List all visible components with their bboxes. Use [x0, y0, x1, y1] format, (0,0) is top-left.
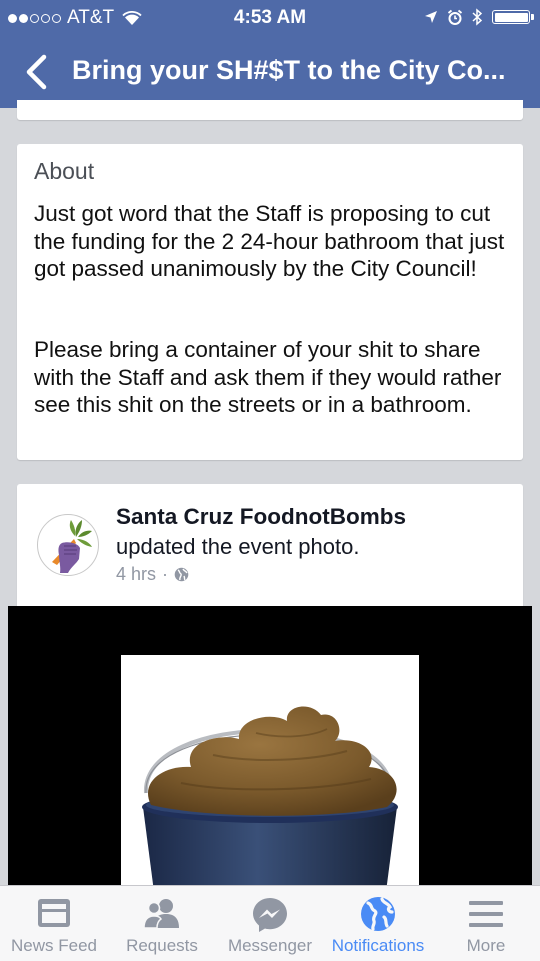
- tab-requests[interactable]: Requests: [108, 886, 216, 961]
- tab-more[interactable]: More: [432, 886, 540, 961]
- poop-bucket-image[interactable]: [121, 655, 419, 915]
- event-title: Bring your SH#$T to the City Co...: [72, 55, 506, 85]
- globe-icon: [174, 567, 189, 582]
- tab-bar: News Feed Requests Messenger Notificatio…: [0, 885, 540, 961]
- about-paragraph-1: Just got word that the Staff is proposin…: [34, 201, 505, 281]
- battery-icon: [492, 10, 534, 24]
- fist-carrot-logo-icon: [52, 520, 92, 573]
- header: AT&T 4:53 AM Bring your SH#$T to the Cit…: [0, 0, 540, 108]
- globe-icon: [361, 897, 395, 931]
- tab-label: Messenger: [227, 936, 313, 955]
- tab-label: Requests: [126, 936, 198, 955]
- about-paragraph-2: Please bring a container of your shit to…: [34, 337, 502, 417]
- previous-card-bottom: [17, 100, 523, 120]
- post-time[interactable]: 4 hrs: [116, 564, 156, 585]
- tab-label: Notifications: [331, 936, 425, 955]
- tab-messenger[interactable]: Messenger: [216, 886, 324, 961]
- tab-label: News Feed: [11, 936, 97, 955]
- tab-news-feed[interactable]: News Feed: [0, 886, 108, 961]
- tab-notifications[interactable]: Notifications: [324, 886, 432, 961]
- tab-label: More: [466, 936, 506, 955]
- requests-icon: [143, 899, 179, 929]
- post-author[interactable]: Santa Cruz FoodnotBombs: [116, 504, 406, 530]
- status-bar: AT&T 4:53 AM: [0, 0, 540, 36]
- about-card: About Just got word that the Staff is pr…: [17, 144, 523, 460]
- avatar[interactable]: [37, 514, 99, 576]
- back-chevron-icon[interactable]: [22, 53, 52, 91]
- news-feed-icon: [38, 899, 70, 927]
- location-arrow-icon: [425, 11, 437, 23]
- bluetooth-icon: [472, 8, 483, 26]
- menu-icon: [469, 901, 503, 927]
- meta-separator: ·: [162, 564, 169, 584]
- post-action: updated the event photo.: [116, 534, 360, 559]
- status-right: [424, 8, 534, 26]
- post-meta: 4 hrs ·: [116, 564, 189, 585]
- messenger-icon: [253, 898, 287, 932]
- navigation-bar: Bring your SH#$T to the City Co...: [0, 36, 540, 108]
- alarm-clock-icon: [447, 9, 463, 25]
- about-heading: About: [34, 158, 95, 184]
- poop-bucket-illustration: [142, 706, 398, 915]
